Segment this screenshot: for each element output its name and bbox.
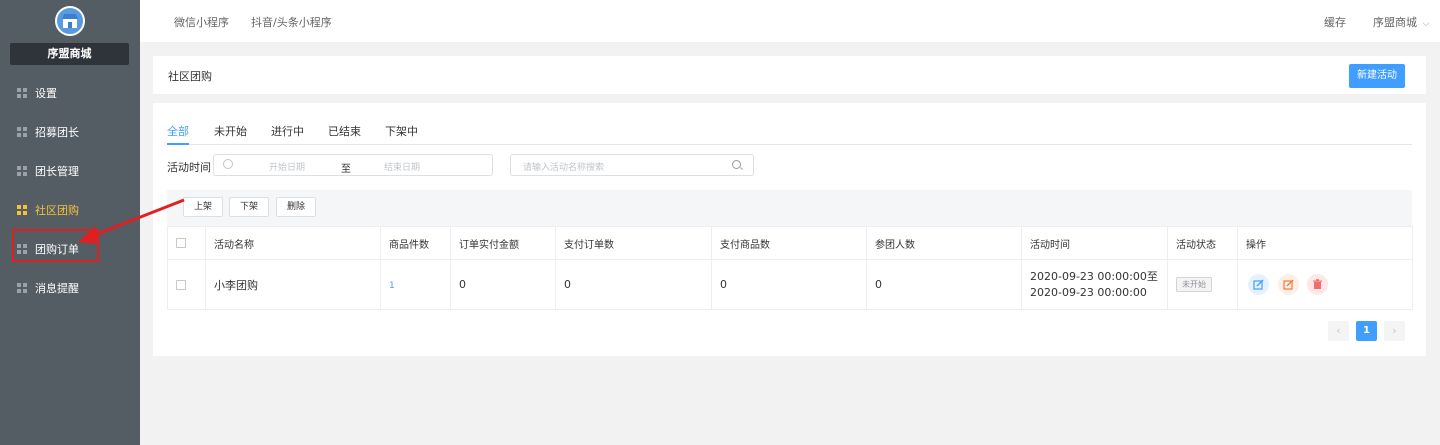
clock-icon (223, 159, 233, 169)
start-date-input[interactable]: 开始日期 (269, 160, 305, 173)
shop-name: 序盟商城 (10, 43, 129, 65)
sidebar-item-settings[interactable]: 设置 (0, 73, 140, 112)
activity-name: 小李团购 (205, 259, 381, 310)
pagination-prev-button[interactable]: ‹ (1328, 321, 1349, 341)
page-header: 社区团购 新建活动 (153, 56, 1426, 94)
table-header-row: 活动名称 商品件数 订单实付金额 支付订单数 支付商品数 参团人数 活动时间 活… (167, 226, 1413, 260)
column-header: 活动状态 (1167, 226, 1238, 260)
tab-not-started[interactable]: 未开始 (214, 123, 247, 139)
sidebar-item-leader-management[interactable]: 团长管理 (0, 151, 140, 190)
sidebar-item-label: 消息提醒 (35, 281, 79, 295)
tab-wechat-miniprogram[interactable]: 微信小程序 (174, 14, 229, 30)
search-icon[interactable] (732, 160, 741, 169)
tab-douyin-miniprogram[interactable]: 抖音/头条小程序 (251, 14, 332, 30)
table-row: 小李团购 1 0 0 0 0 2020-09-23 00:00:00至 2020… (167, 259, 1413, 310)
edit-icon[interactable] (1248, 274, 1269, 295)
status-badge: 未开始 (1176, 277, 1212, 292)
column-header: 商品件数 (380, 226, 451, 260)
new-activity-button[interactable]: 新建活动 (1349, 64, 1405, 88)
date-range-picker[interactable]: 开始日期 至 结束日期 (213, 154, 493, 176)
select-all-checkbox[interactable] (176, 237, 186, 248)
activity-time-cell: 2020-09-23 00:00:00至 2020-09-23 00:00:00 (1021, 259, 1168, 310)
search-placeholder: 请输入活动名称搜索 (523, 163, 605, 173)
tab-ended[interactable]: 已结束 (328, 123, 361, 139)
status-tabs: 全部 未开始 进行中 已结束 下架中 (167, 120, 1412, 145)
search-input[interactable]: 请输入活动名称搜索 (510, 154, 754, 176)
sidebar-item-label: 招募团长 (35, 125, 79, 139)
item-count-cell: 1 (380, 259, 451, 310)
grid-icon (17, 204, 27, 215)
pagination-next-button[interactable]: › (1384, 321, 1405, 341)
sidebar-item-label: 社区团购 (35, 203, 79, 217)
shop-dropdown-label: 序盟商城 (1373, 16, 1417, 29)
sidebar: 序盟商城 设置 招募团长 团长管理 社区团购 团购订单 消息提醒 (0, 0, 140, 445)
top-bar: 微信小程序 抖音/头条小程序 缓存 序盟商城 ⌵ (140, 0, 1440, 42)
main-panel: 全部 未开始 进行中 已结束 下架中 活动时间 开始日期 至 结束日期 请输入活… (153, 103, 1426, 356)
delete-button[interactable]: 删除 (276, 197, 316, 217)
chevron-down-icon: ⌵ (1422, 19, 1430, 29)
tab-in-progress[interactable]: 进行中 (271, 123, 304, 139)
tab-off-shelf[interactable]: 下架中 (385, 123, 418, 139)
activity-time-start: 2020-09-23 00:00:00至 (1030, 269, 1158, 283)
take-off-shelf-button[interactable]: 下架 (229, 197, 269, 217)
participant-count: 0 (866, 259, 1022, 310)
row-checkbox[interactable] (176, 280, 186, 290)
logo-area: 序盟商城 (0, 0, 140, 70)
put-on-shelf-button[interactable]: 上架 (183, 197, 223, 217)
sidebar-item-label: 设置 (35, 86, 57, 100)
active-tab-indicator (167, 143, 189, 145)
item-count-link[interactable]: 1 (389, 281, 395, 291)
trash-icon[interactable] (1307, 274, 1328, 295)
sidebar-item-label: 团长管理 (35, 164, 79, 178)
bulk-toolbar: 上架 下架 删除 (167, 190, 1412, 226)
grid-icon (17, 126, 27, 137)
grid-icon (17, 87, 27, 98)
shop-dropdown[interactable]: 序盟商城 ⌵ (1373, 14, 1429, 30)
sidebar-item-label: 团购订单 (35, 242, 79, 256)
end-date-input[interactable]: 结束日期 (384, 160, 420, 173)
page-title: 社区团购 (168, 70, 212, 83)
activity-table: 活动名称 商品件数 订单实付金额 支付订单数 支付商品数 参团人数 活动时间 活… (167, 226, 1413, 310)
sidebar-item-notifications[interactable]: 消息提醒 (0, 268, 140, 307)
activity-time-label: 活动时间 (167, 161, 211, 174)
range-separator: 至 (341, 164, 351, 175)
paid-goods: 0 (711, 259, 867, 310)
column-header: 活动名称 (205, 226, 381, 260)
paid-amount: 0 (450, 259, 556, 310)
store-icon (55, 6, 85, 36)
cache-link[interactable]: 缓存 (1324, 14, 1346, 30)
column-header: 订单实付金额 (450, 226, 556, 260)
column-header: 操作 (1237, 226, 1413, 260)
grid-icon (17, 282, 27, 293)
row-select-cell (167, 259, 206, 310)
column-header: 支付商品数 (711, 226, 867, 260)
column-header: 支付订单数 (555, 226, 712, 260)
sidebar-item-group-orders[interactable]: 团购订单 (0, 229, 140, 268)
modify-icon[interactable] (1277, 274, 1299, 295)
select-all-cell (167, 226, 206, 260)
column-header: 活动时间 (1021, 226, 1168, 260)
column-header: 参团人数 (866, 226, 1022, 260)
activity-time-end: 2020-09-23 00:00:00 (1030, 285, 1147, 299)
status-cell: 未开始 (1167, 259, 1238, 310)
paid-orders: 0 (555, 259, 712, 310)
tab-all[interactable]: 全部 (167, 123, 189, 139)
actions-cell (1237, 259, 1413, 310)
sidebar-item-community-group-buy[interactable]: 社区团购 (0, 190, 140, 229)
grid-icon (17, 243, 27, 254)
sidebar-item-recruit-leader[interactable]: 招募团长 (0, 112, 140, 151)
grid-icon (17, 165, 27, 176)
pagination-current-page[interactable]: 1 (1356, 321, 1377, 341)
